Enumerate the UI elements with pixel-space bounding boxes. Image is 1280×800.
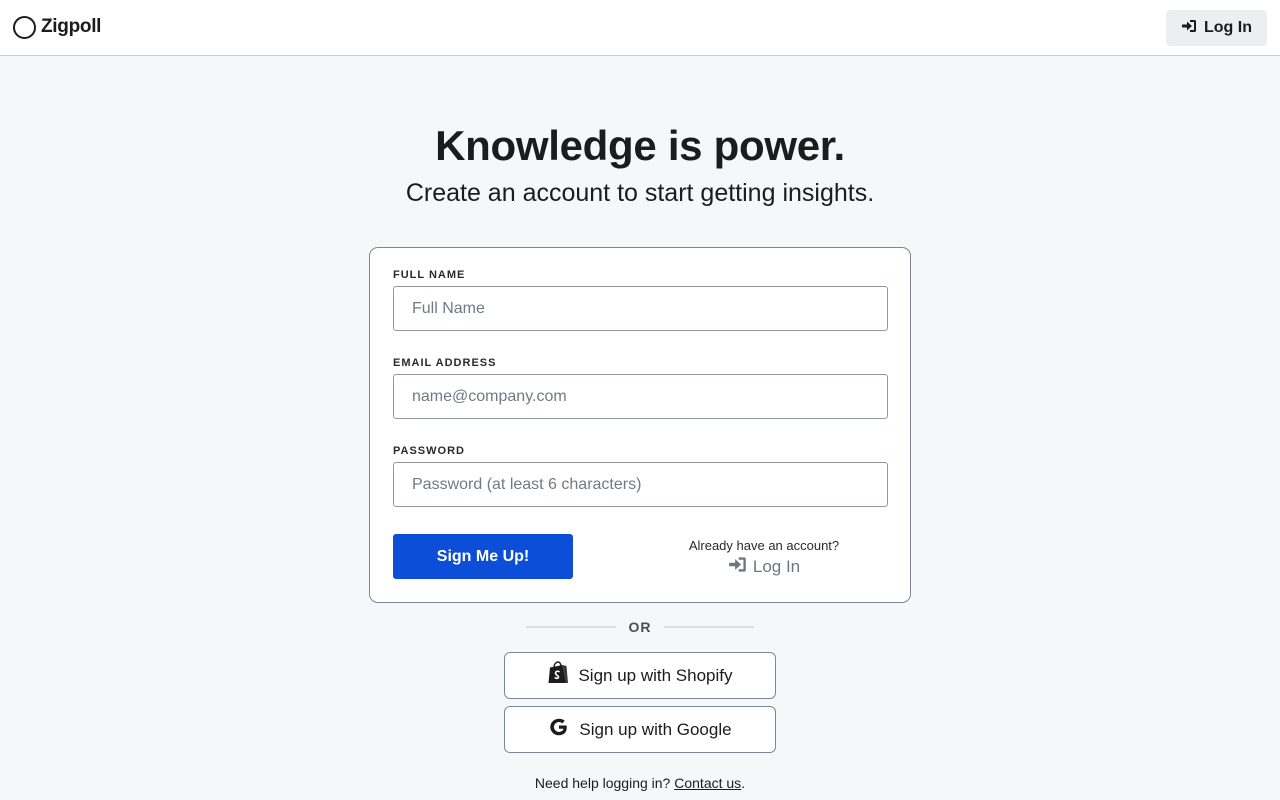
brand-logo[interactable]: Zigpoll <box>13 15 101 39</box>
form-login-link[interactable]: Log In <box>714 556 814 578</box>
full-name-label: FULL NAME <box>393 269 466 281</box>
shopify-signup-label: Sign up with Shopify <box>578 665 733 685</box>
help-end-punct: . <box>741 775 746 791</box>
header-login-label: Log In <box>1204 19 1252 36</box>
password-label: PASSWORD <box>393 445 465 457</box>
shopify-bag-icon <box>547 661 569 690</box>
already-have-account-text: Already have an account? <box>688 538 840 553</box>
help-text: Need help logging in? Contact us. <box>0 775 1280 791</box>
form-login-label: Log In <box>752 557 801 576</box>
or-divider: OR <box>526 618 754 636</box>
top-bar: Zigpoll Log In <box>0 0 1280 56</box>
google-g-icon <box>548 715 570 744</box>
google-signup-label: Sign up with Google <box>579 719 732 739</box>
circle-logo-icon <box>13 15 36 39</box>
shopify-signup-button[interactable]: Sign up with Shopify <box>504 652 776 699</box>
google-signup-button[interactable]: Sign up with Google <box>504 706 776 753</box>
sign-in-arrow-icon <box>1181 18 1197 39</box>
sign-in-arrow-icon <box>728 555 747 579</box>
email-label: EMAIL ADDRESS <box>393 357 497 369</box>
page-subtitle: Create an account to start getting insig… <box>405 179 875 207</box>
full-name-input[interactable] <box>393 286 888 331</box>
sign-me-up-button[interactable]: Sign Me Up! <box>393 534 573 579</box>
page-title: Knowledge is power. <box>435 122 845 169</box>
password-input[interactable] <box>393 462 888 507</box>
signup-form: FULL NAME EMAIL ADDRESS PASSWORD Sign Me… <box>369 247 911 603</box>
help-question: Need help logging in? <box>534 775 671 791</box>
header-login-button[interactable]: Log In <box>1166 10 1267 46</box>
contact-us-link[interactable]: Contact us <box>674 775 741 791</box>
divider-line-right <box>664 626 754 628</box>
email-input[interactable] <box>393 374 888 419</box>
brand-name: Zigpoll <box>41 16 102 37</box>
